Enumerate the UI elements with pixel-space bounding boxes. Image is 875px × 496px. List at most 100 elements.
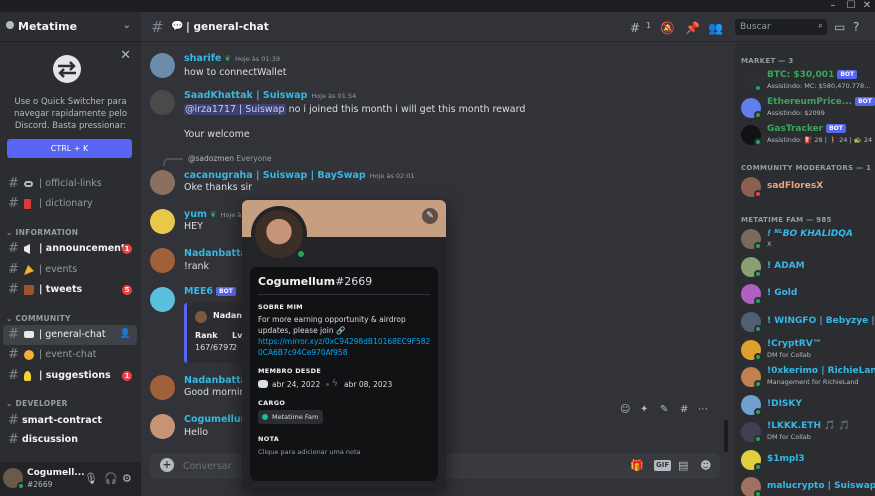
upload-plus-icon[interactable]: + — [160, 458, 174, 472]
close-window-icon[interactable]: ✕ — [859, 0, 875, 12]
embed-field-value: 167/6797 — [195, 343, 234, 352]
member-item[interactable]: !CryptRV™ DM for Collab — [735, 336, 875, 364]
user-mention[interactable]: @irza1717 | Suiswap — [184, 104, 286, 115]
member-activity: Assistindo: $2099 — [767, 109, 825, 117]
member-item[interactable]: sadFloresX — [735, 173, 875, 201]
member-name: BTC: $30,001 BOT — [767, 70, 858, 80]
message-author[interactable]: yum ❦ Hoje à — [184, 209, 241, 220]
channel-general-chat[interactable]: # | general-chat 👤 — [3, 325, 137, 345]
profile-username[interactable]: Cogumellum#2669 — [258, 275, 372, 288]
status-online-indicator — [754, 111, 762, 119]
help-icon[interactable]: ? — [853, 20, 859, 34]
super-reaction-icon[interactable]: ✦ — [640, 404, 648, 415]
gift-icon[interactable]: 🎁 — [630, 459, 644, 472]
author-name[interactable]: yum — [184, 209, 207, 220]
member-item[interactable]: ! ᴺᴸBO KHALIDQA X — [735, 225, 875, 253]
server-name: Metatime — [18, 20, 78, 33]
close-icon[interactable]: ✕ — [120, 48, 131, 63]
quick-switcher-shortcut-button[interactable]: CTRL + K — [7, 139, 132, 158]
member-item[interactable]: $1mpl3 — [735, 446, 875, 474]
member-item[interactable]: BTC: $30,001 BOT Assistindo: MC: $580,470… — [735, 67, 875, 95]
pinned-messages-icon[interactable]: 📌 — [685, 21, 700, 35]
inbox-icon[interactable]: ▭ — [834, 20, 845, 34]
sticker-icon[interactable]: ▤ — [678, 459, 688, 472]
category-information[interactable]: INFORMATION — [6, 228, 79, 237]
about-me-link[interactable]: https://mirror.xyz/0xC94298dB10168EC9F58… — [258, 336, 434, 358]
gif-icon[interactable]: GIF — [654, 460, 672, 471]
category-developer[interactable]: DEVELOPER — [6, 399, 68, 408]
avatar[interactable] — [150, 287, 175, 312]
hash-icon: # — [8, 282, 19, 297]
edit-icon[interactable]: ✎ — [660, 404, 668, 415]
channel-smart-contract[interactable]: # smart-contract — [3, 411, 137, 431]
channel-dictionary[interactable]: # | dictionary — [3, 194, 137, 214]
hash-icon: # — [8, 262, 19, 277]
message-author[interactable]: cacanugraha | Suiswap | BaySwap Hoje às 0… — [184, 170, 415, 181]
add-reaction-icon[interactable]: ☺ — [620, 404, 630, 415]
maximize-icon[interactable]: ☐ — [843, 0, 859, 12]
channel-announcements[interactable]: # | announcements 1 — [3, 239, 137, 259]
member-category-moderators: COMMUNITY MODERATORS — 1 — [741, 164, 872, 172]
author-name[interactable]: SaadKhattak | Suiswap — [184, 90, 307, 101]
chevron-down-icon[interactable]: ⌄ — [123, 20, 131, 31]
category-community[interactable]: COMMUNITY — [6, 314, 71, 323]
avatar[interactable] — [150, 209, 175, 234]
edit-profile-pencil-icon[interactable]: ✎ — [422, 208, 438, 224]
member-item[interactable]: !0xkerimo | RichieLand Management for Ri… — [735, 363, 875, 391]
minimize-icon[interactable]: – — [825, 0, 841, 12]
avatar[interactable] — [3, 468, 25, 490]
role-pill[interactable]: Metatime Fam — [258, 410, 324, 424]
member-item[interactable]: !LKKK.ETH 🎵 🎵 DM for Collab — [735, 418, 875, 446]
member-item[interactable]: !DISKY — [735, 391, 875, 419]
scrollbar[interactable] — [724, 420, 728, 452]
note-input[interactable]: Clique para adicionar uma nota — [258, 448, 430, 456]
avatar[interactable] — [150, 248, 175, 273]
channel-official-links[interactable]: # | official-links — [3, 174, 137, 194]
channel-event-chat[interactable]: # | event-chat — [3, 345, 137, 365]
message-author[interactable]: SaadKhattak | Suiswap Hoje às 01:54 — [184, 90, 356, 101]
author-name[interactable]: cacanugraha | Suiswap | BaySwap — [184, 170, 366, 181]
avatar[interactable] — [150, 414, 175, 439]
member-list: MARKET — 3 BTC: $30,001 BOT Assistindo: M… — [735, 43, 875, 496]
reply-author[interactable]: @sadozmen — [188, 154, 234, 163]
member-item[interactable]: EthereumPrice... BOT Assistindo: $2099 — [735, 94, 875, 122]
avatar[interactable] — [150, 375, 175, 400]
notification-bell-muted-icon[interactable]: 🔕 — [660, 21, 675, 35]
emoji-icon[interactable]: ☻ — [700, 459, 711, 472]
settings-gear-icon[interactable]: ⚙ — [122, 472, 132, 485]
hash-icon: # — [151, 18, 164, 36]
avatar[interactable] — [150, 90, 175, 115]
channel-suggestions[interactable]: # | suggestions 1 — [3, 366, 137, 386]
message-author[interactable]: sharife ❦ Hoje às 01:39 — [184, 53, 280, 64]
channel-events[interactable]: # | events — [3, 260, 137, 280]
reply-preview[interactable]: @sadozmen Everyone — [188, 154, 272, 163]
avatar[interactable] — [150, 170, 175, 195]
mute-microphone-icon[interactable]: 🎙 — [84, 472, 98, 485]
channel-tweets[interactable]: # | tweets 5 — [3, 280, 137, 300]
quick-switcher-tip: ✕ Use o Quick Switcher para navegar rapi… — [0, 43, 141, 167]
author-name[interactable]: sharife — [184, 53, 221, 64]
threads-icon[interactable]: # — [630, 21, 640, 35]
member-list-icon[interactable]: 👥 — [708, 21, 723, 35]
message-author[interactable]: Cogumellum — [184, 414, 251, 425]
message-input[interactable] — [183, 458, 233, 474]
create-thread-icon[interactable]: # — [680, 404, 688, 415]
search-input[interactable] — [735, 19, 815, 35]
search-icon[interactable]: ⌕ — [818, 21, 823, 31]
author-name[interactable]: MEE6 — [184, 286, 213, 297]
server-header[interactable]: Metatime ⌄ — [0, 12, 141, 42]
avatar[interactable] — [150, 53, 175, 78]
more-options-icon[interactable]: ⋯ — [698, 404, 708, 415]
member-name: !CryptRV™ — [767, 339, 822, 349]
message-author[interactable]: MEE6 BOT — [184, 286, 236, 297]
member-item[interactable]: ! ADAM — [735, 253, 875, 281]
deafen-headphones-icon[interactable]: 🎧 — [104, 472, 118, 485]
member-item[interactable]: GasTracker BOT Assistindo: ⛽ 28 | 🚶 24 | … — [735, 121, 875, 149]
channel-discussion[interactable]: # discussion — [3, 430, 137, 450]
member-item[interactable]: malucrypto | Suiswap — [735, 473, 875, 496]
avatar[interactable] — [251, 206, 307, 262]
member-item[interactable]: ! Gold — [735, 280, 875, 308]
invite-member-icon[interactable]: 👤 — [120, 329, 131, 339]
discriminator: #2669 — [335, 275, 373, 288]
member-item[interactable]: ! WINGFO | Bebyzye |... — [735, 308, 875, 336]
